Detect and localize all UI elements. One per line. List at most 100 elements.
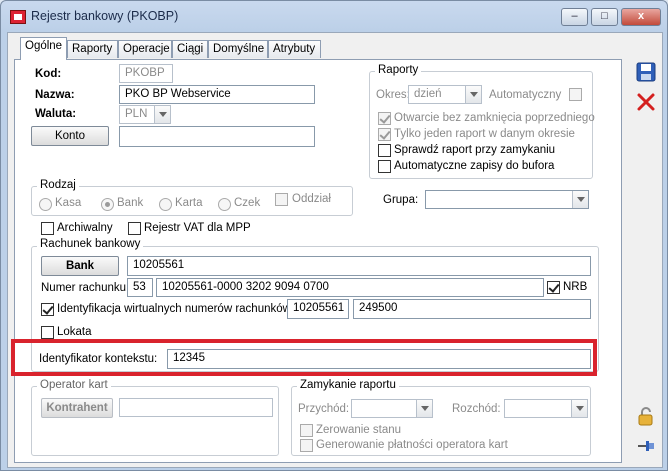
lokata-checkbox[interactable] (41, 326, 54, 339)
chevron-down-icon[interactable] (154, 106, 170, 123)
minimize-button[interactable]: – (561, 8, 588, 26)
karta-radio[interactable] (159, 198, 172, 211)
generowanie-checkbox[interactable] (300, 439, 313, 452)
numer-label: Numer rachunku: (41, 282, 130, 294)
kontrahent-button[interactable]: Kontrahent (41, 398, 113, 418)
tab-raporty[interactable]: Raporty (67, 40, 118, 58)
numer-prefix-field[interactable]: 53 (127, 278, 153, 297)
bank-label: Bank (117, 197, 144, 209)
automatyczny-checkbox[interactable] (569, 88, 582, 101)
tab-domyslne[interactable]: Domyślne (208, 40, 268, 58)
chevron-down-icon[interactable] (572, 191, 588, 208)
sprawdz-label: Sprawdź raport przy zamykaniu (394, 144, 556, 156)
numer-field[interactable]: 10205561-0000 3202 9094 0700 (156, 278, 544, 297)
ident-label: Identyfikacja wirtualnych numerów rachun… (57, 303, 291, 315)
rachunek-group-title: Rachunek bankowy (37, 238, 144, 250)
rodzaj-group-title: Rodzaj (37, 179, 79, 191)
generowanie-label: Generowanie płatności operatora kart (316, 439, 508, 451)
cancel-button[interactable] (635, 91, 657, 113)
grupa-label: Grupa: (383, 194, 419, 206)
czek-label: Czek (234, 197, 261, 209)
karta-label: Karta (175, 197, 203, 209)
general-panel: Kod: PKOBP Nazwa: PKO BP Webservice Walu… (14, 59, 622, 463)
tab-atrybuty[interactable]: Atrybuty (268, 40, 321, 58)
przychod-select[interactable] (351, 399, 433, 418)
waluta-label: Waluta: (35, 108, 77, 120)
waluta-select[interactable]: PLN (119, 105, 171, 124)
kontrahent-button-label: Kontrahent (46, 402, 108, 414)
bank-radio[interactable] (101, 198, 114, 211)
kod-field[interactable]: PKOBP (119, 64, 173, 83)
nrb-label: NRB (563, 281, 588, 293)
title-bar[interactable]: Rejestr bankowy (PKOBP) – □ x (1, 1, 667, 31)
archiwalny-label: Archiwalny (57, 222, 113, 234)
chevron-down-icon[interactable] (571, 400, 587, 417)
tab-operacje[interactable]: Operacje (118, 40, 172, 58)
oddzial-label: Oddział (292, 193, 331, 205)
ident-checkbox[interactable] (41, 303, 54, 316)
oddzial-checkbox[interactable] (275, 193, 288, 206)
zerowanie-checkbox[interactable] (300, 424, 313, 437)
bank-field[interactable]: 10205561 (127, 256, 591, 276)
operator-group (31, 386, 279, 456)
grupa-select[interactable] (425, 190, 589, 209)
automatyczny-label: Automatyczny (489, 89, 562, 101)
nrb-checkbox[interactable] (547, 281, 560, 294)
zapisy-label: Automatyczne zapisy do bufora (394, 160, 555, 172)
okres-value: dzień (414, 88, 442, 100)
operator-group-title: Operator kart (37, 379, 111, 391)
rozchod-label: Rozchód: (452, 403, 501, 415)
archiwalny-checkbox[interactable] (41, 222, 54, 235)
check-icon (548, 281, 560, 293)
czek-radio[interactable] (218, 198, 231, 211)
bank-button-label: Bank (65, 260, 95, 272)
pin-button[interactable] (635, 435, 657, 457)
tab-ogolne[interactable]: Ogólne (20, 37, 67, 60)
tab-ciagi[interactable]: Ciągi (172, 40, 208, 58)
kasa-label: Kasa (55, 197, 82, 209)
client-area: Ogólne Raporty Operacje Ciągi Domyślne A… (7, 32, 663, 468)
check-icon (379, 112, 391, 124)
przychod-label: Przychód: (298, 403, 350, 415)
lock-button[interactable] (635, 405, 657, 427)
zerowanie-label: Zerowanie stanu (316, 424, 402, 436)
lokata-label: Lokata (57, 326, 92, 338)
maximize-button[interactable]: □ (591, 8, 618, 26)
kod-label: Kod: (35, 68, 62, 80)
otwarcie-label: Otwarcie bez zamknięcia poprzedniego (394, 112, 595, 124)
konto-button-label: Konto (54, 130, 86, 142)
close-icon (637, 93, 655, 111)
nazwa-label: Nazwa: (35, 89, 75, 101)
zapisy-checkbox[interactable] (378, 160, 391, 173)
kasa-radio[interactable] (39, 198, 52, 211)
ident-field-2[interactable]: 249500 (353, 299, 591, 319)
otwarcie-checkbox[interactable] (378, 112, 391, 125)
kontrahent-field[interactable] (119, 398, 273, 417)
konto-field[interactable] (119, 126, 315, 147)
chevron-down-icon[interactable] (465, 86, 481, 103)
check-icon (42, 303, 54, 315)
save-button[interactable] (635, 61, 657, 83)
save-icon (636, 62, 656, 82)
okres-select[interactable]: dzień (408, 85, 482, 104)
chevron-down-icon[interactable] (416, 400, 432, 417)
okres-label: Okres: (376, 89, 410, 101)
rejestr-vat-checkbox[interactable] (128, 222, 141, 235)
rejestr-vat-label: Rejestr VAT dla MPP (144, 222, 251, 234)
window: Rejestr bankowy (PKOBP) – □ x Ogólne Rap… (0, 0, 668, 471)
jeden-raport-checkbox[interactable] (378, 128, 391, 141)
pin-icon (638, 441, 654, 451)
window-title: Rejestr bankowy (PKOBP) (31, 9, 179, 23)
nazwa-field[interactable]: PKO BP Webservice (119, 85, 315, 104)
radio-dot-icon (105, 202, 110, 207)
bank-button[interactable]: Bank (41, 256, 119, 276)
waluta-value: PLN (125, 108, 148, 120)
app-icon (10, 10, 26, 24)
rozchod-select[interactable] (504, 399, 588, 418)
konto-button[interactable]: Konto (31, 126, 109, 146)
highlight-frame (11, 339, 597, 376)
check-icon (379, 128, 391, 140)
ident-field-1[interactable]: 10205561 (287, 299, 349, 319)
sprawdz-checkbox[interactable] (378, 144, 391, 157)
close-button[interactable]: x (621, 8, 661, 26)
